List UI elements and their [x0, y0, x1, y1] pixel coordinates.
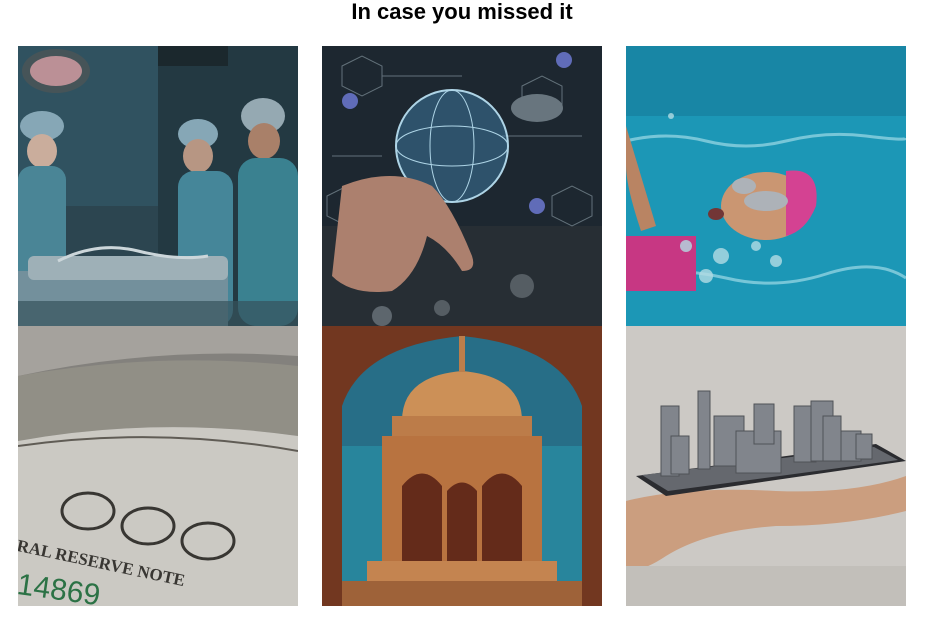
article-card-heritage[interactable] — [322, 326, 602, 606]
article-image-money: RAL RESERVE NOTE 14869 — [18, 326, 298, 606]
article-image-technology — [322, 46, 602, 326]
article-image-real-estate — [626, 326, 906, 606]
article-card-swimming[interactable] — [626, 46, 906, 326]
article-card-surgery[interactable] — [18, 46, 298, 326]
article-card-technology[interactable] — [322, 46, 602, 326]
section-title: In case you missed it — [351, 0, 573, 24]
article-image-heritage — [322, 326, 602, 606]
article-image-surgery — [18, 46, 298, 326]
article-image-swimming — [626, 46, 906, 326]
article-card-money[interactable]: RAL RESERVE NOTE 14869 — [18, 326, 298, 606]
article-card-real-estate[interactable] — [626, 326, 906, 606]
